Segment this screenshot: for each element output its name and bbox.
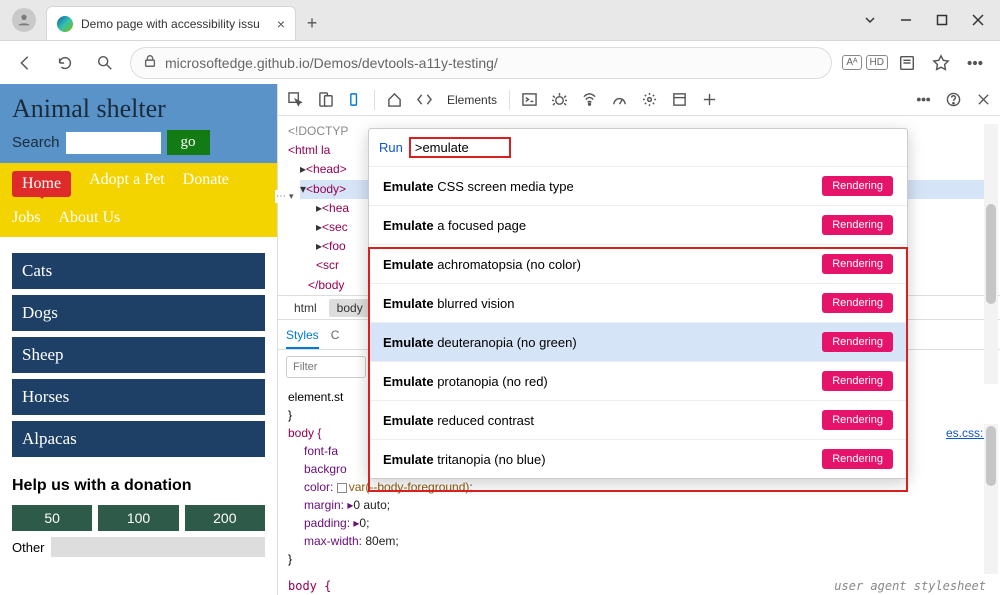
command-list: Emulate CSS screen media typeRenderingEm… (369, 166, 907, 478)
other-label: Other (12, 540, 45, 555)
styles-filter[interactable] (286, 356, 366, 378)
console-icon[interactable] (518, 89, 540, 111)
elements-scrollbar[interactable] (984, 124, 998, 384)
ua-label: user agent stylesheet (834, 579, 986, 593)
hd-badge[interactable]: HD (866, 55, 888, 70)
back-button[interactable] (10, 48, 40, 78)
maximize-button[interactable] (926, 6, 958, 34)
animal-item[interactable]: Sheep (12, 337, 265, 373)
network-icon[interactable] (578, 89, 600, 111)
nav-home[interactable]: Home (12, 171, 71, 197)
animal-item[interactable]: Dogs (12, 295, 265, 331)
category-badge: Rendering (822, 254, 893, 274)
performance-icon[interactable] (608, 89, 630, 111)
page-nav: Home Adopt a Pet Donate Jobs About Us (0, 163, 277, 237)
help-icon[interactable] (942, 89, 964, 111)
nav-donate[interactable]: Donate (183, 171, 229, 197)
page-search-input[interactable] (66, 132, 161, 154)
home-icon[interactable] (383, 89, 405, 111)
command-item[interactable]: Emulate CSS screen media typeRendering (369, 166, 907, 205)
run-label: Run (379, 140, 403, 155)
donation-button[interactable]: 50 (12, 505, 92, 531)
animal-list: Cats Dogs Sheep Horses Alpacas (0, 237, 277, 473)
favorite-icon[interactable] (926, 48, 956, 78)
menu-icon[interactable] (960, 48, 990, 78)
go-button[interactable]: go (167, 130, 210, 155)
crumb-body[interactable]: body (329, 299, 371, 317)
page-title: Animal shelter (12, 94, 265, 124)
command-menu: Run Emulate CSS screen media typeRenderi… (368, 128, 908, 479)
animal-item[interactable]: Horses (12, 379, 265, 415)
body-overflow-marker: ⋯▾ (275, 190, 296, 203)
chevron-down-icon[interactable] (854, 6, 886, 34)
reader-icon[interactable] (892, 48, 922, 78)
application-icon[interactable] (668, 89, 690, 111)
browser-toolbar: microsoftedge.github.io/Demos/devtools-a… (0, 40, 1000, 84)
command-item[interactable]: Emulate a focused pageRendering (369, 205, 907, 244)
nav-about[interactable]: About Us (58, 209, 120, 227)
close-devtools-icon[interactable] (972, 89, 994, 111)
url-text: microsoftedge.github.io/Demos/devtools-a… (165, 55, 498, 71)
ua-selector: body { (288, 579, 331, 593)
category-badge: Rendering (822, 176, 893, 196)
bug-icon[interactable] (548, 89, 570, 111)
webpage-panel: Animal shelter Search go Home Adopt a Pe… (0, 84, 278, 595)
category-badge: Rendering (822, 332, 893, 352)
nav-jobs[interactable]: Jobs (12, 209, 40, 227)
category-badge: Rendering (822, 449, 893, 469)
search-icon[interactable] (90, 48, 120, 78)
more-icon[interactable] (912, 89, 934, 111)
search-label: Search (12, 134, 60, 151)
category-badge: Rendering (822, 410, 893, 430)
address-bar[interactable]: microsoftedge.github.io/Demos/devtools-a… (130, 47, 832, 79)
styles-tab[interactable]: Styles (286, 328, 319, 349)
tab-title: Demo page with accessibility issu (81, 17, 269, 31)
other-input[interactable] (51, 537, 265, 557)
welcome-icon[interactable] (344, 89, 366, 111)
crumb-html[interactable]: html (286, 299, 325, 317)
animal-item[interactable]: Cats (12, 253, 265, 289)
category-badge: Rendering (822, 371, 893, 391)
command-item[interactable]: Emulate deuteranopia (no green)Rendering (369, 322, 907, 361)
settings-icon[interactable] (638, 89, 660, 111)
command-input[interactable] (415, 140, 505, 155)
donation-button[interactable]: 200 (185, 505, 265, 531)
lock-icon (143, 54, 157, 71)
computed-tab[interactable]: C (331, 328, 340, 342)
titlebar: Demo page with accessibility issu × + (0, 0, 1000, 40)
category-badge: Rendering (822, 215, 893, 235)
nav-adopt[interactable]: Adopt a Pet (89, 171, 165, 197)
inspect-icon[interactable] (284, 89, 306, 111)
donation-button[interactable]: 100 (98, 505, 178, 531)
animal-item[interactable]: Alpacas (12, 421, 265, 457)
code-icon[interactable] (413, 89, 435, 111)
new-tab-button[interactable]: + (298, 9, 326, 37)
command-item[interactable]: Emulate protanopia (no red)Rendering (369, 361, 907, 400)
close-window-button[interactable] (962, 6, 994, 34)
command-item[interactable]: Emulate reduced contrastRendering (369, 400, 907, 439)
edge-icon (57, 16, 73, 32)
command-item[interactable]: Emulate tritanopia (no blue)Rendering (369, 439, 907, 478)
device-icon[interactable] (314, 89, 336, 111)
profile-avatar[interactable] (12, 8, 36, 32)
donation-heading: Help us with a donation (12, 477, 265, 495)
refresh-button[interactable] (50, 48, 80, 78)
plus-icon[interactable] (698, 89, 720, 111)
donation-row: 50100 200 (12, 505, 265, 531)
browser-tab[interactable]: Demo page with accessibility issu × (46, 6, 296, 40)
category-badge: Rendering (822, 293, 893, 313)
elements-tab[interactable]: Elements (443, 93, 501, 107)
devtools-tabs: Elements (278, 84, 1000, 116)
text-size-badge[interactable]: Aᴬ (842, 55, 861, 70)
command-item[interactable]: Emulate achromatopsia (no color)Renderin… (369, 244, 907, 283)
command-item[interactable]: Emulate blurred visionRendering (369, 283, 907, 322)
close-tab-icon[interactable]: × (277, 16, 285, 32)
minimize-button[interactable] (890, 6, 922, 34)
styles-scrollbar[interactable] (984, 424, 998, 574)
